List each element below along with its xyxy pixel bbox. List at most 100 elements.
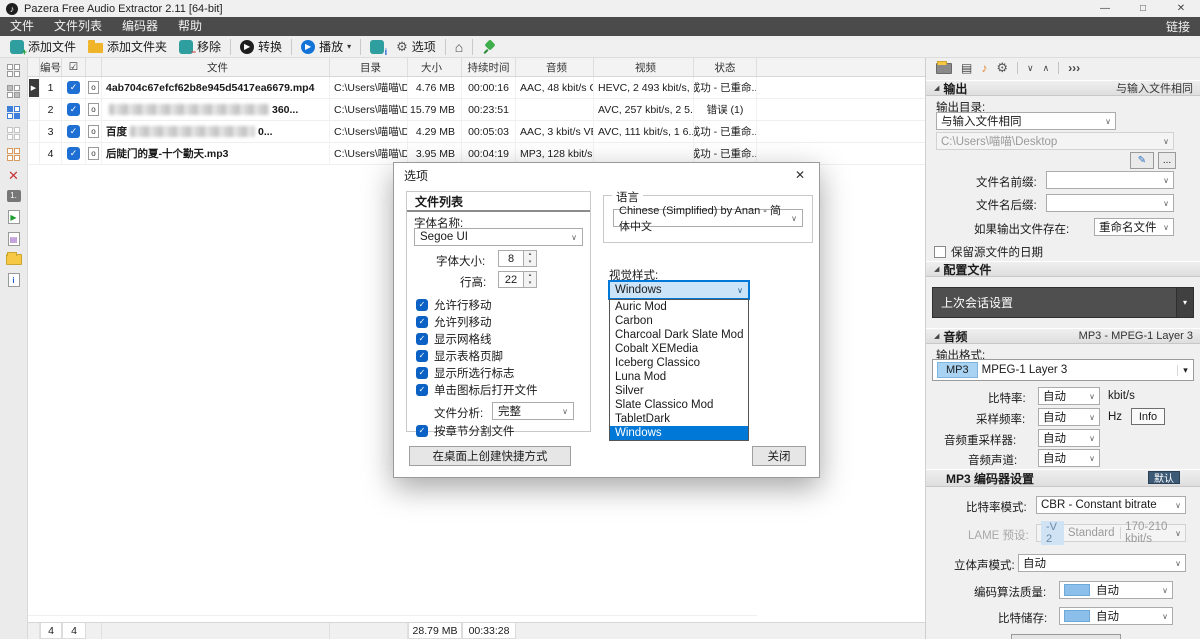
menu-file[interactable]: 文件	[0, 17, 44, 36]
header-audio[interactable]: 音频	[516, 58, 594, 76]
dialog-close-button[interactable]: ✕	[791, 168, 809, 182]
music-note-icon[interactable]: ♪	[981, 61, 987, 75]
media-file-icon[interactable]: o	[88, 147, 99, 160]
select-some-icon[interactable]	[7, 85, 20, 98]
allow-col-move-checkbox[interactable]: ✓ 允许列移动	[416, 314, 492, 330]
row-checkbox[interactable]: ✓	[67, 103, 80, 116]
chevron-down-icon[interactable]: ∨	[1027, 63, 1034, 74]
mediainfo-button[interactable]: i	[364, 37, 390, 57]
media-file-icon[interactable]: o	[88, 81, 99, 94]
menu-encoders[interactable]: 编码器	[112, 17, 168, 36]
info-button[interactable]: Info	[1131, 408, 1165, 425]
table-row[interactable]: ▶ 1 ✓ o 4ab704c67efcf62b8e945d5417ea6679…	[28, 77, 925, 99]
header-checkbox-icon[interactable]: ☑	[62, 58, 86, 76]
remove-button[interactable]: − 移除	[173, 37, 227, 57]
resampler-select[interactable]: 自动∨	[1038, 429, 1100, 447]
maximize-button[interactable]: □	[1124, 0, 1162, 17]
media-file-icon[interactable]: o	[88, 103, 99, 116]
selection-options-icon[interactable]	[7, 148, 20, 161]
line-height-spinner[interactable]: 22 ▴▾	[498, 271, 537, 288]
header-number[interactable]: 编号	[40, 58, 62, 76]
home-button[interactable]: ⌂	[449, 37, 469, 57]
style-option[interactable]: Silver	[610, 384, 748, 398]
header-file[interactable]: 文件	[102, 58, 330, 76]
format-select[interactable]: MP3 MPEG-1 Layer 3 ▾	[932, 359, 1194, 381]
font-size-spinner[interactable]: 8 ▴▾	[498, 250, 537, 267]
profile-section-header[interactable]: ◢ 配置文件	[926, 261, 1200, 277]
header-duration[interactable]: 持续时间	[462, 58, 516, 76]
sample-rate-select[interactable]: 自动∨	[1038, 408, 1100, 426]
pin-button[interactable]	[476, 37, 502, 57]
keep-date-checkbox[interactable]: 保留源文件的日期	[934, 244, 1043, 260]
style-option[interactable]: Cobalt XEMedia	[610, 342, 748, 356]
header-size[interactable]: 大小	[408, 58, 462, 76]
channels-select[interactable]: 自动∨	[1038, 449, 1100, 467]
header-video[interactable]: 视频	[594, 58, 694, 76]
row-checkbox[interactable]: ✓	[67, 81, 80, 94]
language-select[interactable]: Chinese (Simplified) by Anan - 简体中文∨	[613, 209, 803, 227]
output-dir-select[interactable]: 与输入文件相同∨	[936, 112, 1116, 130]
menu-links[interactable]: 链接	[1156, 18, 1200, 35]
exists-select[interactable]: 重命名文件∨	[1094, 218, 1174, 236]
style-option-selected[interactable]: Windows	[610, 426, 748, 440]
move-to-list-icon[interactable]: ▶	[8, 210, 20, 224]
font-name-select[interactable]: Segoe UI∨	[414, 228, 583, 246]
header-status[interactable]: 状态	[694, 58, 757, 76]
default-button[interactable]: 默认	[1148, 471, 1180, 484]
select-all-icon[interactable]	[7, 64, 20, 77]
allow-row-move-checkbox[interactable]: ✓ 允许行移动	[416, 297, 492, 313]
show-gridlines-checkbox[interactable]: ✓ 显示网格线	[416, 331, 492, 347]
play-button[interactable]: ▶ 播放 ▾	[295, 37, 357, 57]
output-section-header[interactable]: ◢ 输出 与输入文件相同	[926, 80, 1200, 96]
show-footer-checkbox[interactable]: ✓ 显示表格页脚	[416, 348, 503, 364]
list-properties-icon[interactable]: ▤	[8, 232, 20, 246]
row-checkbox[interactable]: ✓	[67, 125, 80, 138]
style-option[interactable]: Auric Mod	[610, 300, 748, 314]
style-option[interactable]: Iceberg Classico	[610, 356, 748, 370]
folder-icon[interactable]	[936, 63, 952, 74]
browse-button[interactable]: ...	[1158, 152, 1176, 169]
table-row[interactable]: 2 ✓ o 360... C:\Users\喵喵\Desktop\日常... 1…	[28, 99, 925, 121]
bitrate-select[interactable]: 自动∨	[1038, 387, 1100, 405]
create-shortcut-button[interactable]: 在桌面上创建快捷方式	[409, 446, 571, 466]
dialog-close-action-button[interactable]: 关闭	[752, 446, 806, 466]
style-option[interactable]: Charcoal Dark Slate Mod	[610, 328, 748, 342]
spin-up-icon[interactable]: ▴	[524, 272, 536, 280]
play-dropdown-caret[interactable]: ▾	[347, 42, 351, 51]
deselect-all-icon[interactable]	[7, 127, 20, 140]
options-button[interactable]: ⚙ 选项	[390, 37, 442, 57]
spin-down-icon[interactable]: ▾	[524, 259, 536, 267]
split-by-chapters-checkbox[interactable]: ✓ 按章节分割文件	[416, 423, 515, 439]
more-icon[interactable]: ›››	[1068, 61, 1080, 75]
invert-selection-icon[interactable]	[7, 106, 20, 119]
header-directory[interactable]: 目录	[330, 58, 408, 76]
minimize-button[interactable]: —	[1086, 0, 1124, 17]
spin-up-icon[interactable]: ▴	[524, 251, 536, 259]
reservoir-select[interactable]: 自动∨	[1059, 607, 1173, 625]
open-on-icon-click-checkbox[interactable]: ✓ 单击图标后打开文件	[416, 382, 538, 398]
profile-select[interactable]: 上次会话设置 ▾	[932, 287, 1194, 318]
style-option[interactable]: TabletDark	[610, 412, 748, 426]
prefix-input[interactable]: ∨	[1046, 171, 1174, 189]
row-checkbox[interactable]: ✓	[67, 147, 80, 160]
style-option[interactable]: Luna Mod	[610, 370, 748, 384]
visual-style-select[interactable]: Windows∨	[609, 281, 749, 299]
suffix-input[interactable]: ∨	[1046, 194, 1174, 212]
style-option[interactable]: Carbon	[610, 314, 748, 328]
convert-button[interactable]: ▶ 转换	[234, 37, 288, 57]
show-selected-flag-checkbox[interactable]: ✓ 显示所选行标志	[416, 365, 515, 381]
edit-path-button[interactable]: ✎	[1130, 152, 1154, 169]
quality-select[interactable]: 自动∨	[1059, 581, 1173, 599]
output-path-field[interactable]: C:\Users\喵喵\Desktop∨	[936, 132, 1174, 150]
media-file-icon[interactable]: o	[88, 125, 99, 138]
open-folder-icon[interactable]	[6, 254, 22, 265]
chevron-up-icon[interactable]: ∧	[1043, 63, 1050, 74]
file-analysis-select[interactable]: 完整∨	[492, 402, 574, 420]
audio-section-header[interactable]: ◢ 音频 MP3 - MPEG-1 Layer 3	[926, 328, 1200, 344]
remove-all-icon[interactable]: ✕	[8, 169, 19, 182]
menu-help[interactable]: 帮助	[168, 17, 212, 36]
document-icon[interactable]: ▤	[961, 61, 972, 75]
bitrate-mode-select[interactable]: CBR - Constant bitrate∨	[1036, 496, 1186, 514]
table-row[interactable]: 3 ✓ o 百度0... C:\Users\喵喵\Desktop\日常... 4…	[28, 121, 925, 143]
gear-icon[interactable]: ⚙	[996, 60, 1008, 76]
